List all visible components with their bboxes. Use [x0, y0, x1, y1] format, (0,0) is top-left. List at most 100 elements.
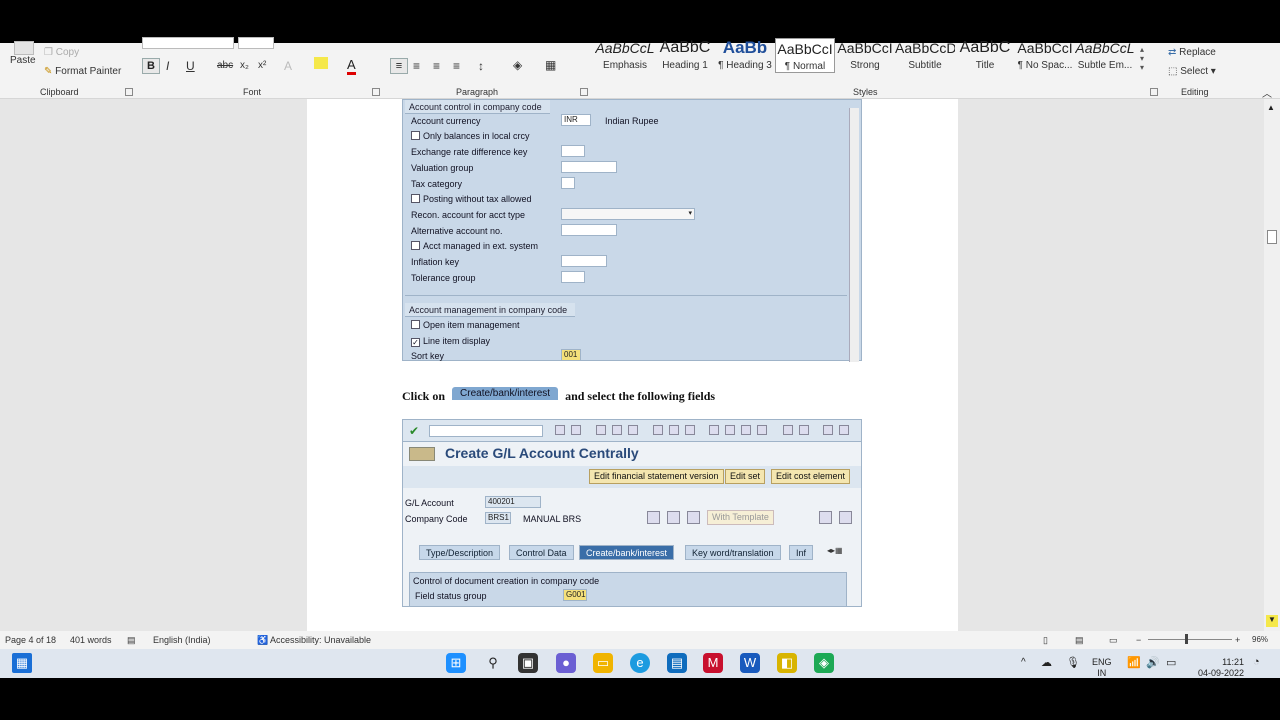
style-item[interactable]: AaBbCcL Emphasis [595, 38, 655, 71]
text-effects-icon[interactable]: A [284, 59, 292, 73]
edit-cost-element-button[interactable]: Edit cost element [771, 469, 851, 484]
line-spacing-icon[interactable]: ↕ [478, 59, 484, 73]
zoom-out-button[interactable]: − [1136, 635, 1141, 645]
sap-toolbar-icon[interactable] [839, 425, 849, 435]
font-size-box[interactable] [238, 37, 274, 49]
bold-button[interactable]: B [142, 58, 160, 74]
sap-toolbar-icon[interactable] [725, 425, 735, 435]
paragraph-launcher-icon[interactable] [580, 88, 588, 96]
scroll-down-icon[interactable]: ▼ [1266, 615, 1278, 627]
gl-account-field[interactable]: 400201 [485, 496, 541, 508]
select-button[interactable]: ⬚ Select ▾ [1168, 66, 1216, 77]
tolerance-group-field[interactable] [561, 271, 585, 283]
sap-tab[interactable]: Inf [789, 545, 814, 560]
styles-launcher-icon[interactable] [1150, 88, 1158, 96]
replace-button[interactable]: ⇄ Replace [1168, 47, 1216, 58]
sap-tab[interactable]: Control Data [509, 545, 574, 560]
vertical-scrollbar[interactable]: ▲ ▼ [1264, 99, 1280, 631]
language-indicator[interactable]: ENG IN [1092, 657, 1112, 679]
word-count[interactable]: 401 words [70, 635, 112, 645]
tax-category-field[interactable] [561, 177, 575, 189]
scrollbar-thumb[interactable] [1267, 230, 1277, 244]
search-icon[interactable]: ⚲ [483, 653, 503, 673]
store-icon[interactable]: ▤ [667, 653, 687, 673]
zoom-slider[interactable] [1148, 639, 1232, 640]
only-balances-checkbox[interactable]: Only balances in local crcy [411, 131, 530, 141]
clipboard-launcher-icon[interactable] [125, 88, 133, 96]
file-explorer-icon[interactable]: ▭ [593, 653, 613, 673]
alternative-account-field[interactable] [561, 224, 617, 236]
edit-set-button[interactable]: Edit set [725, 469, 766, 484]
sap-header-icon[interactable] [647, 511, 660, 524]
style-item[interactable]: AaBbCcI ¶ Normal [775, 38, 835, 73]
style-item[interactable]: AaBbCcL Subtle Em... [1075, 38, 1135, 71]
sap-toolbar-icon[interactable] [596, 425, 606, 435]
sap-toolbar-icon[interactable] [757, 425, 767, 435]
web-layout-icon[interactable]: ▭ [1109, 635, 1118, 646]
sap-tab[interactable]: Key word/translation [685, 545, 781, 560]
proofing-icon[interactable]: ▤ [127, 635, 136, 646]
zoom-slider-thumb[interactable] [1185, 634, 1188, 644]
sap-header-icon[interactable] [667, 511, 680, 524]
page-count[interactable]: Page 4 of 18 [5, 635, 56, 645]
company-code-field[interactable]: BRS1 [485, 512, 511, 524]
sticky-app-icon[interactable]: ◧ [777, 653, 797, 673]
cloud-icon[interactable]: ☁ [1041, 656, 1052, 669]
field-status-group-field[interactable]: G001 [563, 589, 587, 601]
copy-button[interactable]: ❐ Copy [44, 47, 79, 58]
zoom-level[interactable]: 96% [1252, 635, 1268, 644]
sap-tab[interactable]: Type/Description [419, 545, 501, 560]
paste-button[interactable]: Paste [10, 55, 36, 66]
edit-financial-statement-button[interactable]: Edit financial statement version [589, 469, 724, 484]
sap-scrollbar[interactable] [849, 108, 859, 362]
notifications-icon[interactable]: ◔ [1253, 656, 1260, 668]
sap-header-icon[interactable] [819, 511, 832, 524]
command-field[interactable] [429, 425, 543, 437]
read-mode-icon[interactable]: ▯ [1043, 635, 1048, 646]
microphone-icon[interactable]: 🎙 [1066, 656, 1080, 669]
task-view-icon[interactable]: ▣ [518, 653, 538, 673]
widgets-icon[interactable]: ▦ [12, 653, 32, 673]
style-item[interactable]: AaBbC Heading 1 [655, 38, 715, 71]
scroll-up-icon[interactable]: ▲ [1267, 103, 1275, 112]
print-layout-icon[interactable]: ▤ [1075, 635, 1084, 646]
line-item-checkbox[interactable]: ✓ Line item display [411, 336, 490, 347]
sap-toolbar-icon[interactable] [823, 425, 833, 435]
sap-toolbar-icon[interactable] [709, 425, 719, 435]
battery-icon[interactable]: ▭ [1166, 656, 1176, 669]
styles-scroll-icon[interactable]: ▴ ▾ ▾ [1140, 45, 1144, 72]
style-item[interactable]: AaBbCcI ¶ No Spac... [1015, 38, 1075, 71]
align-left-button[interactable]: ≡ [390, 58, 408, 74]
style-item[interactable]: AaBbC Title [955, 38, 1015, 71]
justify-button[interactable]: ≡ [453, 59, 460, 73]
recon-account-dropdown[interactable]: ▾ [561, 208, 695, 220]
exchange-rate-field[interactable] [561, 145, 585, 157]
font-launcher-icon[interactable] [372, 88, 380, 96]
format-painter-button[interactable]: ✎ Format Painter [44, 66, 121, 77]
accessibility-status[interactable]: Accessibility: Unavailable [270, 635, 371, 645]
language-status[interactable]: English (India) [153, 635, 211, 645]
word-icon[interactable]: W [740, 653, 760, 673]
shading-icon[interactable]: ◈ [513, 58, 522, 72]
style-item[interactable]: AaBbCcD Subtitle [895, 38, 955, 71]
valuation-group-field[interactable] [561, 161, 617, 173]
sap-toolbar-icon[interactable] [653, 425, 663, 435]
sap-tab[interactable]: Create/bank/interest [579, 545, 675, 560]
underline-button[interactable]: U [186, 59, 195, 73]
sap-toolbar-icon[interactable] [783, 425, 793, 435]
style-item[interactable]: AaBb ¶ Heading 3 [715, 38, 775, 71]
teams-chat-icon[interactable]: ● [556, 653, 576, 673]
mcafee-icon[interactable]: M [703, 653, 723, 673]
acct-managed-checkbox[interactable]: Acct managed in ext. system [411, 241, 538, 251]
clock[interactable]: 11:21 04-09-2022 [1192, 657, 1244, 679]
inflation-key-field[interactable] [561, 255, 607, 267]
sap-toolbar-icon[interactable] [571, 425, 581, 435]
sap-toolbar-icon[interactable] [555, 425, 565, 435]
sap-header-icon[interactable] [687, 511, 700, 524]
superscript-button[interactable]: x² [258, 60, 266, 71]
font-name-box[interactable] [142, 37, 234, 49]
sap-header-icon[interactable] [839, 511, 852, 524]
open-item-checkbox[interactable]: Open item management [411, 320, 520, 330]
borders-icon[interactable]: ▦ [545, 58, 556, 72]
volume-icon[interactable]: 🔊 [1146, 656, 1160, 669]
